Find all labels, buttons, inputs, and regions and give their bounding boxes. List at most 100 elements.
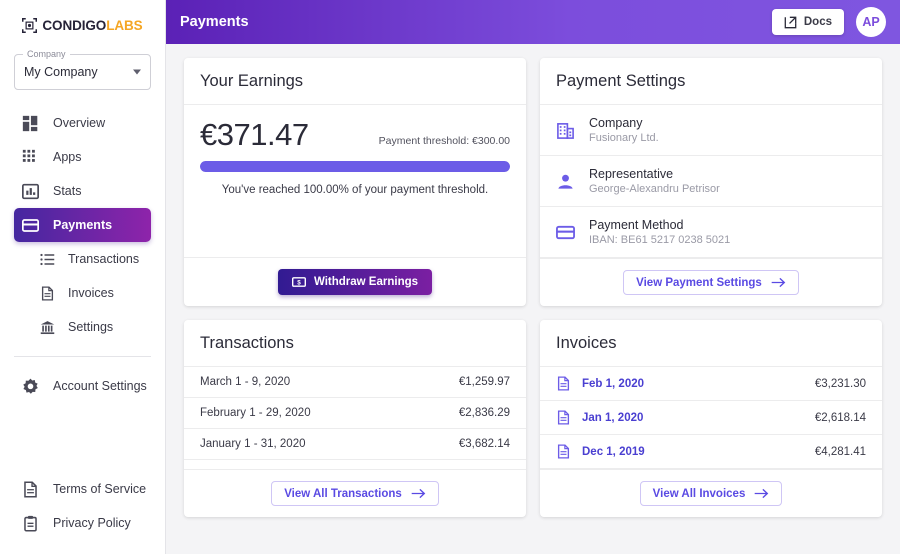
top-bar: Payments Docs AP	[166, 0, 900, 44]
sidebar-footer-nav: Terms of Service Privacy Policy	[0, 472, 165, 540]
payment-settings-row-value: George-Alexandru Petrisor	[589, 183, 720, 195]
person-icon	[558, 174, 573, 189]
payment-settings-row-title: Company	[589, 116, 643, 130]
arrow-right-icon	[411, 488, 426, 499]
transactions-card: Transactions March 1 - 9, 2020 €1,259.97…	[184, 320, 526, 517]
sidebar-item-apps[interactable]: Apps	[0, 140, 165, 174]
transactions-card-title: Transactions	[184, 320, 526, 367]
sidebar-item-label: Invoices	[68, 286, 114, 300]
sidebar-item-label: Account Settings	[53, 379, 147, 393]
invoices-card-title: Invoices	[540, 320, 882, 367]
grid-icon	[22, 149, 35, 162]
company-selector-value: My Company	[24, 65, 98, 79]
payment-settings-footer: View Payment Settings	[540, 258, 882, 306]
transaction-date: February 1 - 29, 2020	[200, 407, 311, 419]
main-area: Payments Docs AP Your Earnings €371.47 P…	[166, 0, 900, 554]
payment-threshold-text: Payment threshold: €300.00	[378, 135, 510, 147]
payment-settings-card: Payment Settings Company Fusionary Ltd. …	[540, 58, 882, 306]
arrow-right-icon	[755, 488, 769, 499]
transaction-amount: €2,836.29	[458, 407, 510, 419]
table-row: Dec 1, 2019 €4,281.41	[540, 435, 882, 469]
payment-settings-row-title: Representative	[589, 167, 674, 181]
threshold-progress-bar	[200, 161, 510, 172]
view-payment-settings-button[interactable]: View Payment Settings	[623, 270, 799, 295]
sidebar-item-label: Privacy Policy	[53, 516, 131, 530]
payment-settings-row-representative: Representative George-Alexandru Petrisor	[540, 156, 882, 207]
arrow-right-icon	[771, 277, 786, 288]
invoice-amount: €2,618.14	[814, 411, 866, 424]
condigo-mark-icon	[22, 17, 38, 33]
sidebar-divider	[14, 356, 151, 357]
page-title: Payments	[180, 14, 249, 30]
view-all-transactions-button[interactable]: View All Transactions	[271, 481, 439, 506]
avatar-initials: AP	[862, 15, 880, 29]
sidebar-item-label: Payments	[53, 218, 113, 232]
earnings-card-footer: $ Withdraw Earnings	[184, 257, 526, 306]
transaction-amount: €3,682.14	[458, 438, 510, 450]
bar-chart-icon	[22, 183, 39, 199]
sidebar-item-payments[interactable]: Payments	[14, 208, 151, 242]
sidebar-item-account-settings[interactable]: Account Settings	[0, 369, 165, 403]
invoice-date-link[interactable]: Jan 1, 2020	[582, 412, 643, 424]
invoices-card: Invoices Feb 1, 2020 €3,231.30 Jan 1, 20…	[540, 320, 882, 517]
view-all-invoices-label: View All Invoices	[652, 487, 746, 500]
table-row: March 1 - 9, 2020 €1,259.97	[184, 367, 526, 398]
sidebar-item-label: Overview	[53, 116, 106, 130]
company-selector[interactable]: Company My Company	[14, 49, 151, 90]
view-all-invoices-button[interactable]: View All Invoices	[639, 481, 783, 506]
sidebar-item-label: Apps	[53, 150, 82, 164]
earnings-body: €371.47 Payment threshold: €300.00 You'v…	[184, 105, 526, 204]
sidebar-item-terms-of-service[interactable]: Terms of Service	[0, 472, 165, 506]
svg-text:$: $	[297, 280, 301, 287]
credit-card-icon	[22, 218, 39, 232]
invoices-footer: View All Invoices	[540, 469, 882, 517]
threshold-progress-fill	[200, 161, 510, 172]
table-row: Jan 1, 2020 €2,618.14	[540, 401, 882, 435]
sidebar-item-label: Terms of Service	[53, 482, 147, 496]
credit-card-icon	[556, 225, 575, 239]
table-row: January 1 - 31, 2020 €3,682.14	[184, 429, 526, 460]
transaction-amount: €1,259.97	[458, 376, 510, 388]
topbar-actions: Docs AP	[771, 7, 886, 37]
sidebar-item-settings[interactable]: Settings	[0, 310, 165, 344]
brand-name-dark: CONDIGO	[42, 17, 107, 33]
document-icon	[41, 285, 54, 301]
withdraw-earnings-button[interactable]: $ Withdraw Earnings	[277, 269, 433, 295]
money-icon: $	[291, 277, 306, 287]
document-icon	[24, 481, 37, 497]
invoice-date-link[interactable]: Feb 1, 2020	[582, 378, 644, 390]
sidebar-item-stats[interactable]: Stats	[0, 174, 165, 208]
sidebar-item-privacy-policy[interactable]: Privacy Policy	[0, 506, 165, 540]
company-selector-label: Company	[23, 49, 70, 59]
gear-icon	[23, 378, 38, 394]
docs-button[interactable]: Docs	[771, 9, 844, 35]
brand-logo[interactable]: CONDIGOLABS	[0, 0, 165, 42]
brand-name: CONDIGOLABS	[42, 18, 142, 33]
view-payment-settings-label: View Payment Settings	[636, 276, 762, 289]
view-all-transactions-label: View All Transactions	[284, 487, 402, 500]
earnings-amount-row: €371.47 Payment threshold: €300.00	[200, 119, 510, 150]
payment-settings-row-value: IBAN: BE61 5217 0238 5021	[589, 234, 731, 246]
sidebar-item-overview[interactable]: Overview	[0, 106, 165, 140]
external-link-icon	[784, 16, 797, 28]
transaction-date: January 1 - 31, 2020	[200, 438, 306, 450]
document-icon	[557, 444, 570, 459]
document-icon	[557, 376, 570, 391]
docs-button-label: Docs	[803, 16, 832, 28]
invoice-date-link[interactable]: Dec 1, 2019	[582, 446, 645, 458]
invoice-amount: €3,231.30	[814, 377, 866, 390]
invoice-amount: €4,281.41	[814, 445, 866, 458]
earnings-card-title: Your Earnings	[184, 58, 526, 105]
sidebar-item-transactions[interactable]: Transactions	[0, 242, 165, 276]
table-row: February 1 - 29, 2020 €2,836.29	[184, 398, 526, 429]
building-icon	[557, 122, 574, 139]
payment-settings-row-company: Company Fusionary Ltd.	[540, 105, 882, 156]
sidebar-item-invoices[interactable]: Invoices	[0, 276, 165, 310]
avatar[interactable]: AP	[856, 7, 886, 37]
earnings-amount: €371.47	[200, 117, 309, 152]
list-icon	[40, 253, 55, 265]
sidebar-item-label: Stats	[53, 184, 82, 198]
payment-settings-title: Payment Settings	[540, 58, 882, 105]
payment-settings-row-title: Payment Method	[589, 218, 684, 232]
earnings-card: Your Earnings €371.47 Payment threshold:…	[184, 58, 526, 306]
